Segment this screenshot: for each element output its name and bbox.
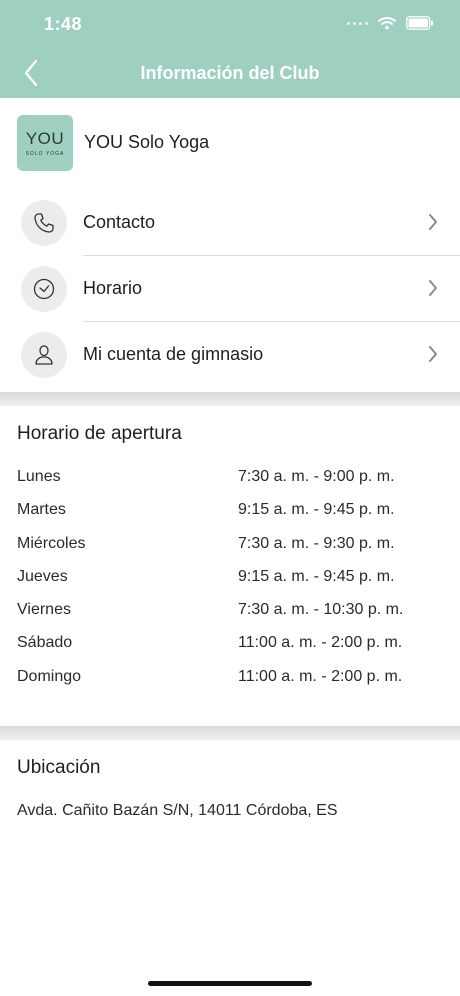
clock-icon <box>21 266 67 312</box>
app-header: 1:48 Información del Club <box>0 0 460 98</box>
club-name: YOU Solo Yoga <box>84 132 210 152</box>
hours-day: Miércoles <box>17 534 86 552</box>
hours-time: 11:00 a. m. - 2:00 p. m. <box>238 667 403 685</box>
club-header: YOU SOLO YOGA YOU Solo Yoga <box>0 98 460 190</box>
nav-bar: Información del Club <box>0 50 460 98</box>
hours-day: Jueves <box>17 567 68 585</box>
hours-row: Martes 9:15 a. m. - 9:45 p. m. <box>17 499 437 532</box>
menu-label: Mi cuenta de gimnasio <box>83 344 264 364</box>
club-logo: YOU SOLO YOGA <box>17 115 73 171</box>
status-time: 1:48 <box>44 14 83 34</box>
hours-row: Jueves 9:15 a. m. - 9:45 p. m. <box>17 566 437 599</box>
section-separator <box>0 392 460 406</box>
chevron-right-icon <box>429 280 437 296</box>
menu-label: Contacto <box>83 212 156 232</box>
phone-icon <box>21 200 67 246</box>
club-menu: Contacto Horario Mi cuenta de gimnasio <box>0 190 460 388</box>
hours-day: Viernes <box>17 601 71 619</box>
hours-title: Horario de apertura <box>17 423 182 444</box>
page-title: Información del Club <box>140 63 320 83</box>
menu-item-contacto[interactable]: Contacto <box>0 190 460 256</box>
logo-text: YOU <box>25 128 65 148</box>
hours-row: Viernes 7:30 a. m. - 10:30 p. m. <box>17 599 437 632</box>
menu-label: Horario <box>83 278 143 298</box>
chevron-right-icon <box>429 346 437 362</box>
hours-day: Martes <box>17 501 66 519</box>
battery-icon <box>406 16 433 30</box>
hours-time: 7:30 a. m. - 10:30 p. m. <box>238 601 404 619</box>
hours-row: Domingo 11:00 a. m. - 2:00 p. m. <box>17 666 437 699</box>
hours-time: 11:00 a. m. - 2:00 p. m. <box>238 634 403 652</box>
hours-time: 7:30 a. m. - 9:00 p. m. <box>238 468 395 485</box>
hours-row: Miércoles 7:30 a. m. - 9:30 p. m. <box>17 533 437 566</box>
hours-time: 7:30 a. m. - 9:30 p. m. <box>238 534 395 552</box>
hours-day: Domingo <box>17 667 82 685</box>
logo-subtext: SOLO YOGA <box>25 150 65 157</box>
home-indicator <box>148 981 312 986</box>
menu-item-mi-cuenta[interactable]: Mi cuenta de gimnasio <box>0 322 460 388</box>
wifi-icon <box>378 17 396 30</box>
hours-row: Lunes 7:30 a. m. - 9:00 p. m. <box>17 466 437 499</box>
hours-list: Lunes 7:30 a. m. - 9:00 p. m. Martes 9:1… <box>17 466 437 699</box>
status-icons <box>347 16 434 30</box>
location-address: Avda. Cañito Bazán S/N, 14011 Córdoba, E… <box>17 802 338 819</box>
cellular-signal-icon <box>347 21 368 25</box>
chevron-right-icon <box>429 214 437 230</box>
person-icon <box>21 332 67 378</box>
location-title: Ubicación <box>17 757 101 778</box>
hours-time: 9:15 a. m. - 9:45 p. m. <box>238 567 395 585</box>
menu-item-horario[interactable]: Horario <box>0 256 460 322</box>
hours-day: Lunes <box>17 468 61 485</box>
hours-day: Sábado <box>17 634 73 652</box>
hours-row: Sábado 11:00 a. m. - 2:00 p. m. <box>17 632 437 665</box>
section-separator <box>0 726 460 740</box>
status-bar: 1:48 <box>0 0 460 50</box>
hours-time: 9:15 a. m. - 9:45 p. m. <box>238 501 395 519</box>
